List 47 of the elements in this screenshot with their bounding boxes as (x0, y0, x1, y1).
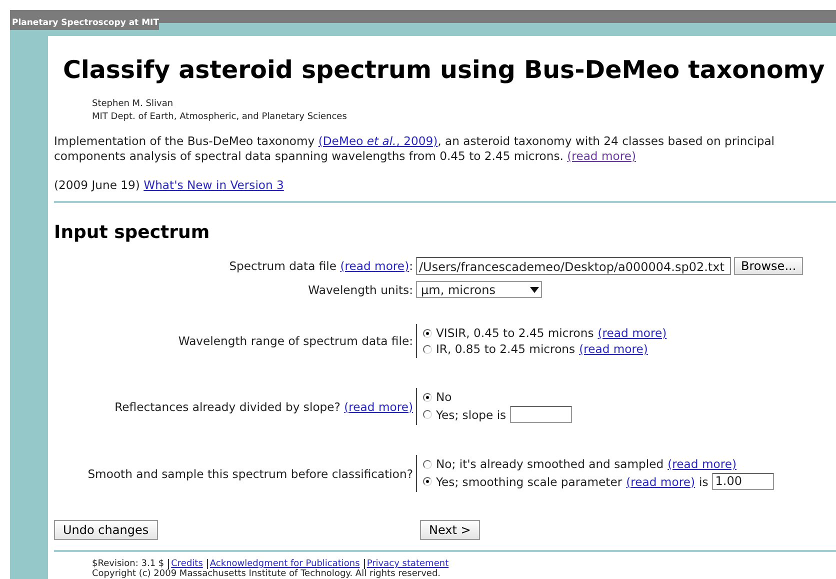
units-dropdown[interactable]: µm, microns (416, 281, 542, 298)
dropdown-arrow-icon (530, 286, 539, 292)
footer-link[interactable]: Privacy statement (364, 559, 453, 569)
intro-paragraph: Implementation of the Bus-DeMeo taxonomy (DeMeo et al., 2009), an asteroid taxonomy with 24 classes based on principal components analysis of spectral data spanning wavelengths from 0.45 to 2.45 microns. (read more) (54, 134, 776, 164)
option-label: No; it's already smoothed and sampled (436, 457, 664, 471)
radio-button[interactable] (423, 344, 432, 354)
field-label: Wavelength range of spectrum data file: (178, 334, 413, 348)
field-label: Reflectances already divided by slope? (114, 400, 340, 414)
footer-link[interactable]: Credits (168, 559, 207, 569)
read-more-link[interactable]: (read more) (340, 259, 410, 273)
radio-button[interactable] (423, 460, 432, 468)
file-path-field[interactable]: /Users/francescademeo/Desktop/a000004.sp02.txt (416, 257, 731, 275)
affiliation-text: MIT Dept. of Earth, Atmospheric, and Planetary Sciences (92, 111, 347, 124)
radio-button[interactable] (423, 410, 432, 419)
field-label: Smooth and sample this spectrum before classification? (88, 466, 413, 480)
section-heading: Input spectrum (54, 221, 210, 245)
site-title: Planetary Spectroscopy at MIT (10, 17, 159, 30)
radio-button[interactable] (423, 392, 432, 402)
read-more-link[interactable]: (read more) (344, 400, 413, 414)
option-label: Yes; slope is (436, 408, 506, 422)
radio-button[interactable] (423, 328, 432, 338)
news-date: (2009 June 19) (54, 178, 140, 192)
read-more-link[interactable]: (read more) (626, 474, 695, 488)
read-more-link[interactable]: (read more) (579, 342, 648, 356)
reference-link[interactable]: (read more) (567, 149, 636, 163)
read-more-link[interactable]: (read more) (668, 457, 736, 471)
option-label: is (698, 474, 708, 488)
browse-button[interactable]: Browse... (734, 257, 804, 275)
revision-text: $Revision: 3.1 $ (92, 559, 166, 569)
option-label: IR, 0.85 to 2.45 microns (436, 342, 576, 356)
input-field[interactable]: 1.00 (712, 473, 774, 490)
option-label: No (436, 390, 452, 404)
footer-link[interactable]: Acknowledgment for Publications (206, 559, 364, 569)
option-label: Yes; smoothing scale parameter (436, 474, 622, 488)
next-button[interactable]: Next > (420, 520, 480, 540)
radio-button[interactable] (423, 477, 432, 486)
field-label: Wavelength units: (308, 282, 413, 296)
undo-button[interactable]: Undo changes (54, 520, 158, 540)
input-field[interactable] (510, 406, 572, 423)
reference-link[interactable]: (DeMeo et al., 2009) (318, 134, 438, 148)
field-label: Spectrum data file (read more): (229, 259, 413, 273)
read-more-link[interactable]: (read more) (598, 326, 667, 340)
option-label: VISIR, 0.45 to 2.45 microns (436, 326, 594, 340)
author-name: Stephen M. Slivan (92, 98, 174, 111)
copyright-text: Copyright (c) 2009 Massachusetts Institute of Technology. All rights reserved. (92, 569, 442, 579)
page-title: Classify asteroid spectrum using Bus-DeMeo taxonomy (62, 54, 825, 84)
whats-new-link[interactable]: What's New in Version 3 (144, 178, 284, 192)
